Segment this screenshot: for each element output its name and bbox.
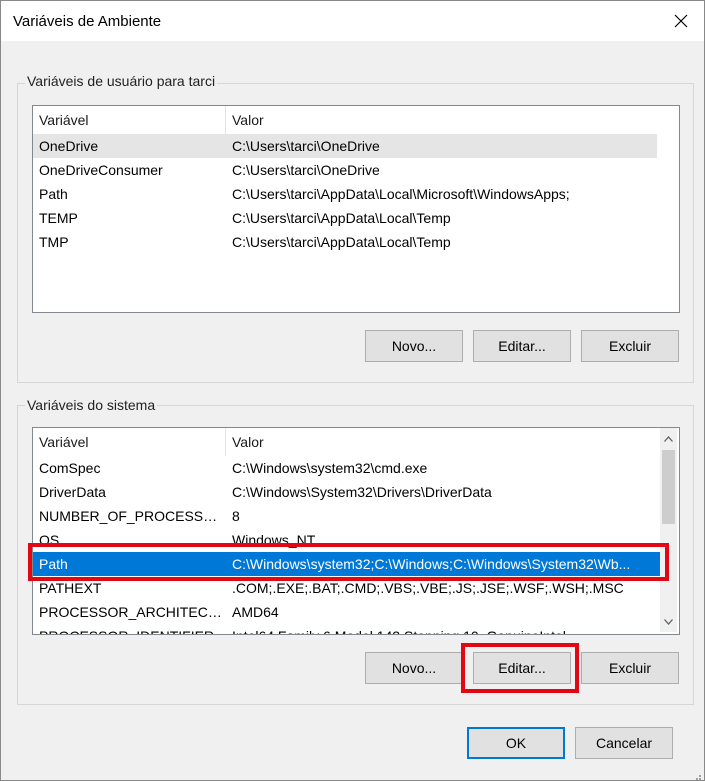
variable-value: AMD64 <box>232 604 279 620</box>
column-header-value[interactable]: Valor <box>226 106 656 134</box>
column-header-variable[interactable]: Variável <box>33 428 226 456</box>
variable-value: Intel64 Family 6 Model 142 Stepping 10, … <box>232 624 652 634</box>
variable-name: PATHEXT <box>39 580 102 596</box>
variable-name: Path <box>39 186 68 202</box>
system-variables-list[interactable]: Variável Valor ComSpec C:\Windows\system… <box>32 427 680 635</box>
variable-value: C:\Users\tarci\AppData\Local\Microsoft\W… <box>232 186 570 202</box>
environment-variables-dialog: Variáveis de Ambiente Variáveis de usuár… <box>0 0 705 781</box>
system-delete-button[interactable]: Excluir <box>581 652 679 684</box>
window-title: Variáveis de Ambiente <box>13 13 162 30</box>
variable-value: C:\Users\tarci\OneDrive <box>232 138 380 154</box>
cancel-button[interactable]: Cancelar <box>575 727 673 759</box>
variable-value: C:\Windows\system32;C:\Windows;C:\Window… <box>232 556 631 572</box>
list-item-selected[interactable]: Path C:\Windows\system32;C:\Windows;C:\W… <box>33 552 660 576</box>
list-header: Variável Valor <box>33 106 679 134</box>
scroll-thumb[interactable] <box>662 450 675 524</box>
list-item[interactable]: PATHEXT .COM;.EXE;.BAT;.CMD;.VBS;.VBE;.J… <box>33 576 660 600</box>
system-variables-label: Variáveis do sistema <box>25 397 158 413</box>
variable-name: OneDriveConsumer <box>39 162 163 178</box>
system-new-button[interactable]: Novo... <box>365 652 463 684</box>
resize-grip-icon <box>696 775 701 780</box>
column-header-value[interactable]: Valor <box>226 428 656 456</box>
variable-name: Path <box>39 556 68 572</box>
variable-value: C:\Users\tarci\AppData\Local\Temp <box>232 210 451 226</box>
list-item[interactable]: OneDriveConsumer C:\Users\tarci\OneDrive <box>33 158 657 182</box>
variable-name: OneDrive <box>39 138 99 154</box>
list-header: Variável Valor <box>33 428 662 456</box>
ok-button[interactable]: OK <box>467 727 565 759</box>
list-item[interactable]: OS Windows_NT <box>33 528 660 552</box>
list-item[interactable]: TMP C:\Users\tarci\AppData\Local\Temp <box>33 230 657 254</box>
scroll-down-button[interactable] <box>660 613 677 630</box>
column-header-variable[interactable]: Variável <box>33 106 226 134</box>
chevron-down-icon <box>664 618 673 625</box>
variable-value: .COM;.EXE;.BAT;.CMD;.VBS;.VBE;.JS;.JSE;.… <box>232 580 624 596</box>
variable-name: DriverData <box>39 484 106 500</box>
list-item[interactable]: Path C:\Users\tarci\AppData\Local\Micros… <box>33 182 657 206</box>
variable-name: TEMP <box>39 210 78 226</box>
list-item[interactable]: ComSpec C:\Windows\system32\cmd.exe <box>33 456 660 480</box>
system-edit-button[interactable]: Editar... <box>473 652 571 684</box>
user-variables-label: Variáveis de usuário para tarci <box>25 73 218 89</box>
user-delete-button[interactable]: Excluir <box>581 330 679 362</box>
variable-value: C:\Windows\system32\cmd.exe <box>232 460 428 476</box>
variable-name: PROCESSOR_ARCHITECTU... <box>39 604 225 620</box>
variable-name: ComSpec <box>39 460 101 476</box>
list-item[interactable]: DriverData C:\Windows\System32\Drivers\D… <box>33 480 660 504</box>
variable-name: PROCESSOR_IDENTIFIER <box>39 624 225 634</box>
variable-value: C:\Windows\System32\Drivers\DriverData <box>232 484 492 500</box>
list-item[interactable]: OneDrive C:\Users\tarci\OneDrive <box>33 134 657 158</box>
resize-grip[interactable] <box>692 768 702 780</box>
variable-value: C:\Users\tarci\AppData\Local\Temp <box>232 234 451 250</box>
vertical-scrollbar[interactable] <box>660 428 677 632</box>
variable-name: OS <box>39 532 60 548</box>
close-icon <box>674 14 688 28</box>
user-edit-button[interactable]: Editar... <box>473 330 571 362</box>
user-new-button[interactable]: Novo... <box>365 330 463 362</box>
variable-name: NUMBER_OF_PROCESSORS <box>39 508 225 524</box>
list-item[interactable]: PROCESSOR_IDENTIFIER Intel64 Family 6 Mo… <box>33 624 660 634</box>
close-button[interactable] <box>658 1 704 41</box>
variable-value: C:\Users\tarci\OneDrive <box>232 162 380 178</box>
variable-value: Windows_NT <box>232 532 316 548</box>
title-bar: Variáveis de Ambiente <box>1 1 704 41</box>
variable-value: 8 <box>232 508 240 524</box>
user-variables-list[interactable]: Variável Valor OneDrive C:\Users\tarci\O… <box>32 105 680 313</box>
chevron-up-icon <box>664 435 673 442</box>
list-item[interactable]: TEMP C:\Users\tarci\AppData\Local\Temp <box>33 206 657 230</box>
variable-name: TMP <box>39 234 69 250</box>
list-item[interactable]: PROCESSOR_ARCHITECTU... AMD64 <box>33 600 660 624</box>
scroll-up-button[interactable] <box>660 430 677 447</box>
list-item[interactable]: NUMBER_OF_PROCESSORS 8 <box>33 504 660 528</box>
